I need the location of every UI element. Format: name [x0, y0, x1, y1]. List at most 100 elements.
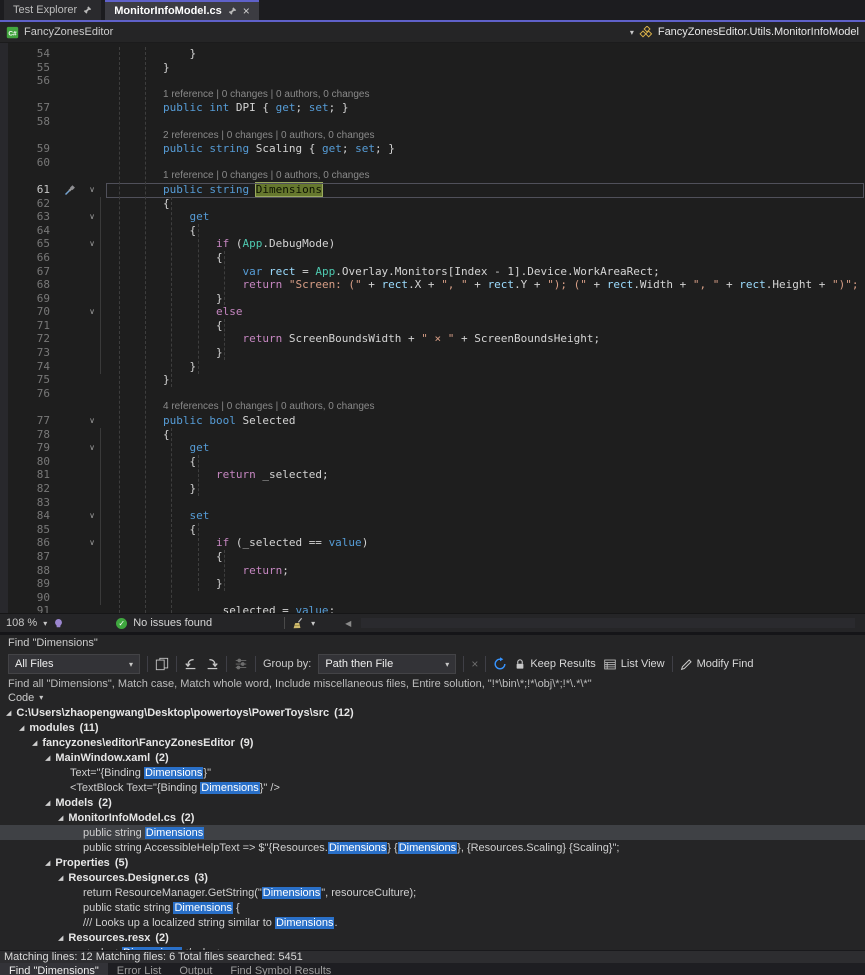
zoom-level[interactable]: 108 % — [6, 617, 37, 629]
next-location-icon[interactable] — [205, 657, 219, 671]
horizontal-scrollbar[interactable] — [361, 618, 855, 628]
suggestions-icon[interactable] — [53, 618, 64, 629]
code-text[interactable]: public string Dimensions — [110, 183, 322, 197]
editor-line[interactable]: 58 — [0, 115, 865, 129]
editor-line[interactable]: 62 { — [0, 197, 865, 211]
code-text[interactable]: } — [110, 346, 223, 360]
panel-tab[interactable]: Error List — [108, 963, 171, 975]
pin-icon[interactable] — [83, 5, 92, 15]
editor-line[interactable]: 75 } — [0, 373, 865, 387]
find-result-folder[interactable]: ◢modules(11) — [0, 720, 865, 735]
code-text[interactable]: return _selected; — [110, 468, 329, 482]
line-number[interactable]: 55 — [0, 61, 58, 75]
line-number[interactable]: 58 — [0, 115, 58, 129]
editor-line[interactable]: 63∨ get — [0, 210, 865, 224]
code-cleanup-icon[interactable] — [291, 617, 305, 630]
keep-results-button[interactable]: Keep Results — [514, 658, 595, 671]
codelens-line[interactable]: 4 references | 0 changes | 0 authors, 0 … — [0, 400, 865, 414]
tree-expand-icon[interactable]: ◢ — [58, 814, 63, 822]
line-number[interactable]: 75 — [0, 373, 58, 387]
line-number[interactable]: 67 — [0, 265, 58, 279]
line-number[interactable]: 81 — [0, 468, 58, 482]
codelens-line[interactable]: 1 reference | 0 changes | 0 authors, 0 c… — [0, 169, 865, 183]
code-text[interactable]: public int DPI { get; set; } — [110, 101, 348, 115]
editor-line[interactable]: 74 } — [0, 360, 865, 374]
editor-line[interactable]: 57 public int DPI { get; set; } — [0, 101, 865, 115]
editor-line[interactable]: 85 { — [0, 523, 865, 537]
tree-expand-icon[interactable]: ◢ — [45, 754, 50, 762]
line-number[interactable]: 69 — [0, 292, 58, 306]
code-text[interactable]: get — [110, 441, 209, 455]
fold-chevron-icon[interactable]: ∨ — [82, 414, 102, 428]
editor-line[interactable]: 56 — [0, 74, 865, 88]
tab-monitorinfomodel[interactable]: MonitorInfoModel.cs × — [105, 0, 259, 20]
close-icon[interactable]: × — [243, 6, 250, 16]
panel-tab[interactable]: Find "Dimensions" — [0, 963, 108, 975]
code-text[interactable]: } — [110, 292, 223, 306]
editor-line[interactable]: 86 ∨ if (_selected == value) — [0, 536, 865, 550]
previous-location-icon[interactable] — [184, 657, 198, 671]
editor-line[interactable]: 72 return ScreenBoundsWidth + " × " + Sc… — [0, 332, 865, 346]
line-number[interactable]: 79 — [0, 441, 58, 455]
tree-expand-icon[interactable]: ◢ — [58, 934, 63, 942]
editor-line[interactable]: 76 — [0, 387, 865, 401]
editor-line[interactable]: 83 — [0, 496, 865, 510]
find-result-item[interactable]: public string AccessibleHelpText => $"{R… — [0, 840, 865, 855]
code-text[interactable]: if (App.DebugMode) — [110, 237, 335, 251]
find-result-folder[interactable]: ◢MainWindow.xaml(2) — [0, 750, 865, 765]
codelens-info[interactable]: 1 reference | 0 changes | 0 authors, 0 c… — [110, 88, 369, 102]
find-result-item[interactable]: public string Dimensions — [0, 825, 865, 840]
code-text[interactable]: } — [110, 47, 196, 61]
issues-status[interactable]: No issues found — [133, 617, 212, 629]
tree-expand-icon[interactable]: ◢ — [19, 724, 24, 732]
editor-line[interactable]: 66 { — [0, 251, 865, 265]
editor-line[interactable]: 91 _selected = value; — [0, 604, 865, 613]
find-result-folder[interactable]: ◢Resources.resx(2) — [0, 930, 865, 945]
group-by-dropdown[interactable]: Path then File ▾ — [318, 654, 456, 674]
line-number[interactable]: 86 — [0, 536, 58, 550]
editor-line[interactable]: 90 — [0, 591, 865, 605]
panel-tab[interactable]: Find Symbol Results — [221, 963, 340, 975]
find-result-item[interactable]: Text="{Binding Dimensions}" — [0, 765, 865, 780]
code-text[interactable]: var rect = App.Overlay.Monitors[Index - … — [110, 265, 660, 279]
code-text[interactable]: { — [110, 455, 196, 469]
editor-line[interactable]: 71 { — [0, 319, 865, 333]
line-number[interactable]: 83 — [0, 496, 58, 510]
fold-chevron-icon[interactable]: ∨ — [82, 305, 102, 319]
tree-expand-icon[interactable]: ◢ — [45, 799, 50, 807]
code-text[interactable]: public string Scaling { get; set; } — [110, 142, 395, 156]
code-text[interactable]: } — [110, 360, 196, 374]
editor-line[interactable]: 77∨ public bool Selected — [0, 414, 865, 428]
line-number[interactable]: 87 — [0, 550, 58, 564]
line-number[interactable]: 70 — [0, 305, 58, 319]
line-number[interactable]: 90 — [0, 591, 58, 605]
codelens-info[interactable]: 1 reference | 0 changes | 0 authors, 0 c… — [110, 169, 369, 183]
code-text[interactable]: return; — [110, 564, 289, 578]
type-dropdown[interactable]: FancyZonesEditor.Utils.MonitorInfoModel — [658, 26, 859, 38]
code-text[interactable]: if (_selected == value) — [110, 536, 368, 550]
chevron-down-icon[interactable]: ▾ — [43, 619, 47, 628]
find-result-folder[interactable]: ◢Models(2) — [0, 795, 865, 810]
panel-tab[interactable]: Output — [170, 963, 221, 975]
line-number[interactable]: 68 — [0, 278, 58, 292]
code-text[interactable]: set — [110, 509, 209, 523]
find-result-item[interactable]: <value>Dimensions</value> — [0, 945, 865, 950]
line-number[interactable]: 80 — [0, 455, 58, 469]
line-number[interactable]: 72 — [0, 332, 58, 346]
line-number[interactable]: 78 — [0, 428, 58, 442]
fold-chevron-icon[interactable]: ∨ — [82, 536, 102, 550]
tree-expand-icon[interactable]: ◢ — [32, 739, 37, 747]
project-dropdown[interactable]: FancyZonesEditor — [24, 26, 113, 38]
line-number[interactable]: 57 — [0, 101, 58, 115]
code-text[interactable]: } — [110, 577, 223, 591]
tree-expand-icon[interactable]: ◢ — [6, 709, 11, 717]
editor-line[interactable]: 79∨ get — [0, 441, 865, 455]
line-number[interactable]: 89 — [0, 577, 58, 591]
line-number[interactable]: 82 — [0, 482, 58, 496]
line-number[interactable]: 59 — [0, 142, 58, 156]
code-text[interactable]: } — [110, 482, 196, 496]
code-text[interactable]: { — [110, 197, 170, 211]
line-number[interactable]: 61 — [0, 183, 58, 197]
code-text[interactable]: public bool Selected — [110, 414, 295, 428]
line-number[interactable]: 91 — [0, 604, 58, 613]
